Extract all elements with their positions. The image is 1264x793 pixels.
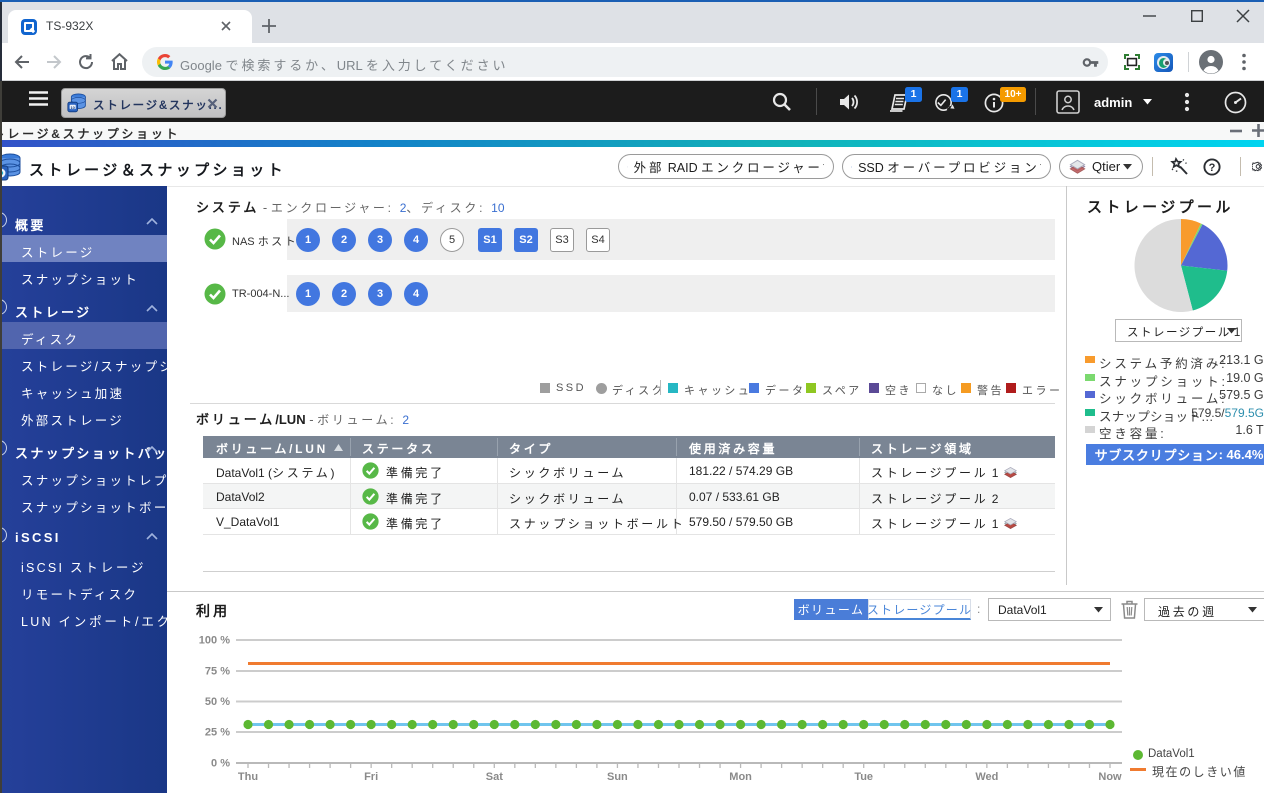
svg-text:50 %: 50 % xyxy=(205,696,230,708)
svg-text:Thu: Thu xyxy=(238,771,258,783)
svg-text:Mon: Mon xyxy=(729,771,752,783)
svg-text:0 %: 0 % xyxy=(211,758,230,770)
svg-text:Sun: Sun xyxy=(607,771,628,783)
svg-text:Now: Now xyxy=(1098,771,1122,783)
svg-text:Tue: Tue xyxy=(854,771,873,783)
svg-text:100 %: 100 % xyxy=(199,635,230,647)
svg-text:10: 10 xyxy=(70,105,75,110)
svg-text:?: ? xyxy=(1209,162,1216,174)
svg-text:Sat: Sat xyxy=(486,771,503,783)
svg-text:25 %: 25 % xyxy=(205,727,230,739)
svg-text:Wed: Wed xyxy=(975,771,998,783)
svg-text:75 %: 75 % xyxy=(205,666,230,678)
svg-text:Fri: Fri xyxy=(364,771,378,783)
